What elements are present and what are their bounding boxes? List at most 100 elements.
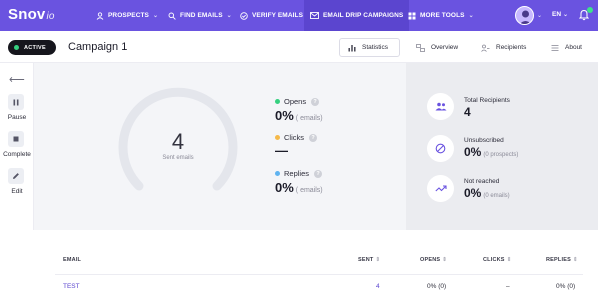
avatar-image (519, 10, 532, 24)
replies-header: Replies ? (275, 169, 323, 178)
complete-button[interactable] (8, 131, 24, 147)
table-cell-opens: 0% (0) (427, 283, 447, 290)
column-header-label: CLICKS (483, 257, 505, 263)
list-icon (551, 44, 559, 51)
logo-suffix: io (46, 11, 55, 22)
unsubscribed-sub: (0 prospects) (483, 152, 519, 158)
tab-about[interactable]: About (551, 38, 582, 57)
help-icon[interactable]: ? (309, 133, 317, 142)
nav-item-label: PROSPECTS (108, 12, 149, 19)
table-cell-email[interactable]: TEST (63, 283, 80, 290)
user-icon (96, 11, 104, 20)
total-recipients-label: Total Recipients (464, 97, 510, 104)
table-cell-sent[interactable]: 4 (376, 283, 380, 290)
chevron-down-icon: ⌄ (153, 13, 159, 19)
total-recipients-value: 4 (464, 105, 471, 119)
language-label: EN (552, 11, 562, 18)
nav-item-label: EMAIL DRIP CAMPAIGNS (323, 12, 404, 19)
ban-icon (427, 135, 454, 162)
page-title: Campaign 1 (68, 41, 128, 53)
complete-label: Complete (3, 151, 31, 158)
recipients-icon (481, 44, 490, 52)
sent-emails-label: Sent emails (162, 155, 194, 161)
envelope-icon (310, 12, 319, 19)
sort-icon: ⇕ (572, 257, 578, 263)
grid-icon (408, 12, 416, 19)
pause-icon (13, 99, 19, 105)
nav-item-label: VERIFY EMAILS (252, 12, 304, 19)
edit-button[interactable] (8, 168, 24, 184)
tab-recipients[interactable]: Recipients (481, 38, 526, 57)
nav-item-email-drip-campaigns[interactable]: EMAIL DRIP CAMPAIGNS (304, 0, 410, 31)
trend-icon (427, 175, 454, 202)
tab-label: Statistics (362, 44, 389, 51)
tab-label: Recipients (496, 44, 527, 51)
tab-overview[interactable]: Overview (416, 38, 458, 57)
opens-dot (275, 99, 280, 104)
replies-value-row: 0%( emails) (275, 180, 323, 195)
column-header-sent[interactable]: SENT ⇕ (358, 257, 380, 263)
column-header-label: OPENS (420, 257, 441, 263)
nav-item-verify-emails[interactable]: VERIFY EMAILS (240, 0, 303, 31)
replies-dot (275, 171, 280, 176)
sort-icon: ⇕ (506, 257, 512, 263)
bar-chart-icon (348, 44, 356, 51)
pause-button[interactable] (8, 94, 24, 110)
statistics-panel: 4 Sent emails Opens ? 0%( emails) Clicks… (34, 63, 406, 230)
clicks-label: Clicks (284, 133, 304, 142)
replies-value: 0% (275, 180, 294, 195)
notification-dot (587, 7, 593, 13)
clicks-dot (275, 135, 280, 140)
opens-header: Opens ? (275, 97, 320, 106)
clicks-header: Clicks ? (275, 133, 317, 142)
tab-label: About (565, 44, 582, 51)
back-arrow-icon[interactable]: ⟵ (9, 73, 25, 86)
chevron-down-icon: ⌄ (563, 12, 569, 18)
nav-item-more-tools[interactable]: MORE TOOLS ⌄ (408, 0, 474, 31)
summary-panel: Total Recipients 4 Unsubscribed 0% (0 pro… (406, 63, 598, 230)
help-icon[interactable]: ? (314, 169, 323, 178)
column-header-opens[interactable]: OPENS ⇕ (420, 257, 447, 263)
chevron-down-icon: ⌄ (226, 13, 232, 19)
opens-value: 0% (275, 108, 294, 123)
unsubscribed-value: 0% (464, 145, 482, 159)
chevron-down-icon[interactable]: ⌄ (537, 12, 542, 19)
status-badge[interactable]: ACTIVE (8, 40, 56, 55)
overview-icon (416, 43, 425, 52)
check-circle-icon (240, 11, 248, 20)
search-icon (168, 12, 176, 20)
help-icon[interactable]: ? (311, 97, 320, 106)
edit-label: Edit (11, 188, 23, 195)
language-selector[interactable]: EN ⌄ (552, 11, 568, 18)
nav-item-find-emails[interactable]: FIND EMAILS ⌄ (168, 0, 232, 31)
column-header-clicks[interactable]: CLICKS ⇕ (483, 257, 512, 263)
sent-emails-value: 4 (171, 129, 185, 154)
row-divider (55, 274, 583, 275)
action-sidebar: ⟵ Pause Complete Edit (0, 63, 34, 230)
top-nav: Snovio PROSPECTS ⌄ FIND EMAILS ⌄ VERIFY EM… (0, 0, 598, 31)
avatar[interactable] (515, 6, 534, 25)
not-reached-sub: (0 emails) (483, 193, 510, 199)
table-cell-clicks: – (506, 283, 510, 290)
opens-sub: ( emails) (295, 115, 323, 122)
column-header-email[interactable]: EMAIL (63, 257, 81, 263)
opens-label: Opens (284, 97, 307, 106)
tab-label: Overview (431, 44, 459, 51)
logo[interactable]: Snovio (8, 6, 55, 23)
unsubscribed-label: Unsubscribed (464, 137, 504, 144)
nav-item-label: MORE TOOLS (420, 12, 465, 19)
column-header-label: SENT (358, 257, 374, 263)
pencil-icon (13, 173, 19, 179)
not-reached-label: Not reached (464, 178, 500, 185)
column-header-replies[interactable]: REPLIES ⇕ (546, 257, 578, 263)
nav-item-label: FIND EMAILS (180, 12, 223, 19)
tab-statistics[interactable]: Statistics (339, 38, 400, 57)
campaign-header: ACTIVE Campaign 1 Statistics Overview Re… (0, 31, 598, 63)
people-icon (427, 93, 454, 120)
table-cell-replies: 0% (0) (556, 283, 576, 290)
opens-value-row: 0%( emails) (275, 108, 323, 123)
unsubscribed-value-row: 0% (0 prospects) (464, 145, 518, 159)
clicks-value: — (275, 143, 288, 158)
column-header-label: REPLIES (546, 257, 571, 263)
nav-item-prospects[interactable]: PROSPECTS ⌄ (96, 0, 158, 31)
